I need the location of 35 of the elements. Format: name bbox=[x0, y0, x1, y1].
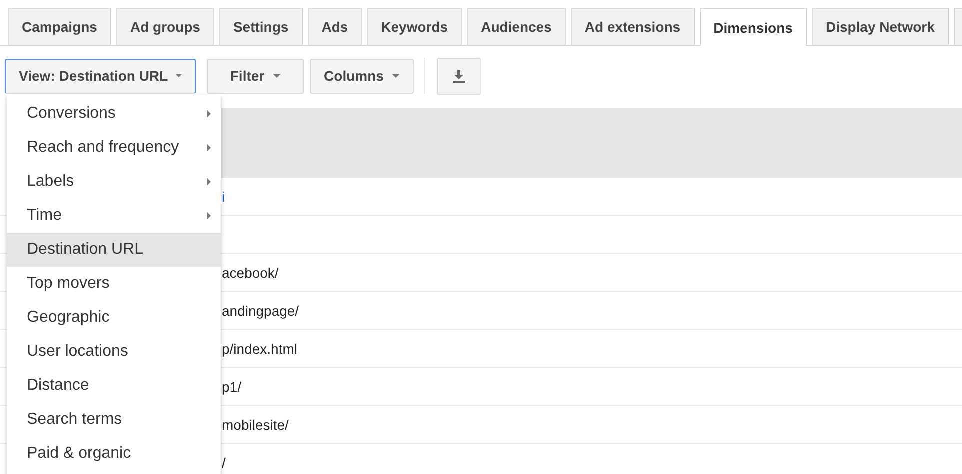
table-cell: acebook/ bbox=[222, 264, 279, 280]
table-cell: p/index.html bbox=[222, 340, 298, 356]
menu-item[interactable]: Paid & organic bbox=[7, 437, 221, 471]
menu-item[interactable]: Labels bbox=[7, 165, 221, 199]
tab[interactable]: Dimensions bbox=[700, 8, 807, 46]
tab[interactable]: Settings bbox=[219, 8, 303, 45]
tab[interactable]: Keywords bbox=[367, 8, 462, 45]
tab[interactable]: Display Network bbox=[812, 8, 949, 45]
view-button[interactable]: View: Destination URL bbox=[5, 58, 196, 94]
menu-item[interactable]: Top movers bbox=[7, 267, 221, 301]
tab[interactable]: Ad groups bbox=[116, 8, 214, 45]
caret-icon bbox=[176, 74, 182, 78]
caret-icon bbox=[272, 74, 281, 78]
menu-item[interactable]: Conversions bbox=[7, 97, 221, 131]
table-cell: mobilesite/ bbox=[222, 416, 289, 432]
filter-button[interactable]: Filter bbox=[207, 58, 304, 94]
menu-item[interactable]: Geographic bbox=[7, 301, 221, 335]
tab[interactable]: Ads bbox=[308, 8, 362, 45]
table-cell: p1/ bbox=[222, 378, 242, 394]
menu-item[interactable]: Time bbox=[7, 199, 221, 233]
menu-item[interactable]: Search terms bbox=[7, 403, 221, 437]
table-cell: andingpage/ bbox=[222, 302, 300, 318]
menu-item[interactable]: Distance bbox=[7, 369, 221, 403]
url-link[interactable]: i bbox=[222, 188, 226, 204]
tab[interactable]: Ad extensions bbox=[570, 8, 695, 45]
download-button[interactable] bbox=[437, 58, 481, 94]
menu-item[interactable]: Destination URL bbox=[7, 233, 221, 267]
tab[interactable]: Audiences bbox=[467, 8, 566, 45]
tab[interactable]: Campaigns bbox=[8, 8, 112, 45]
table-cell: / bbox=[222, 454, 226, 470]
download-icon bbox=[453, 70, 465, 82]
caret-icon bbox=[392, 74, 400, 78]
menu-item[interactable]: Reach and frequency bbox=[7, 131, 221, 165]
columns-button[interactable]: Columns bbox=[310, 58, 414, 94]
menu-item[interactable]: User locations bbox=[7, 335, 221, 369]
